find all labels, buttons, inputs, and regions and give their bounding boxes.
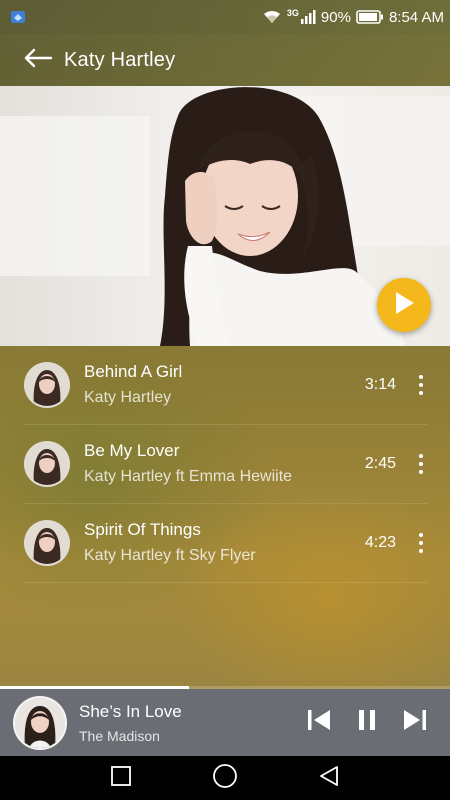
track-row[interactable]: Be My Lover Katy Hartley ft Emma Hewiite… [24, 425, 428, 504]
network-type-label: 3G [286, 8, 299, 18]
page-title: Katy Hartley [64, 48, 176, 71]
more-options-button[interactable] [414, 372, 428, 398]
back-triangle-icon [317, 764, 341, 793]
music-player-screen: 3G 90% 8:54 AM Katy Hartley Behind A Gir… [0, 0, 450, 800]
battery-icon [356, 9, 384, 25]
track-row[interactable]: Behind A Girl Katy Hartley 3:14 [24, 346, 428, 425]
track-title: Behind A Girl [84, 362, 183, 381]
skip-previous-icon [306, 708, 332, 737]
track-artist: Katy Hartley ft Emma Hewiite [84, 468, 293, 485]
track-duration: 4:23 [364, 534, 396, 551]
track-artist: Katy Hartley ft Sky Flyer [84, 547, 256, 564]
wifi-icon [262, 9, 282, 25]
recents-square-icon [110, 765, 132, 792]
track-title: Be My Lover [84, 441, 180, 460]
more-options-button[interactable] [414, 530, 428, 556]
track-thumbnail [24, 520, 70, 566]
system-back-button[interactable] [315, 764, 343, 792]
track-title: Spirit Of Things [84, 520, 201, 539]
home-circle-icon [212, 763, 238, 794]
arrow-left-icon [23, 47, 53, 74]
track-duration: 2:45 [364, 455, 396, 472]
play-icon [392, 290, 416, 321]
skip-next-icon [402, 708, 428, 737]
track-thumbnail [24, 362, 70, 408]
back-button[interactable] [22, 44, 54, 76]
mini-player[interactable]: She’s In Love The Madison [0, 689, 450, 756]
more-vert-icon [419, 454, 423, 458]
track-thumbnail [24, 441, 70, 487]
recents-button[interactable] [107, 764, 135, 792]
next-button[interactable] [402, 709, 428, 737]
system-nav-bar [0, 756, 450, 800]
track-artist: Katy Hartley [84, 389, 172, 406]
track-duration: 3:14 [364, 376, 396, 393]
signal-icon [300, 9, 316, 25]
pause-icon [356, 708, 378, 737]
app-header: Katy Hartley [0, 34, 450, 86]
track-list: Behind A Girl Katy Hartley 3:14 Be My Lo… [0, 346, 450, 583]
track-row[interactable]: Spirit Of Things Katy Hartley ft Sky Fly… [24, 504, 428, 583]
previous-button[interactable] [306, 709, 332, 737]
pause-button[interactable] [354, 709, 380, 737]
battery-percent: 90% [320, 8, 351, 26]
more-vert-icon [419, 533, 423, 537]
now-playing-title: She’s In Love [79, 702, 182, 721]
play-button[interactable] [377, 278, 431, 332]
status-bar: 3G 90% 8:54 AM [0, 0, 450, 34]
more-options-button[interactable] [414, 451, 428, 477]
clock: 8:54 AM [388, 8, 444, 26]
now-playing-artist: The Madison [79, 728, 160, 744]
home-button[interactable] [211, 763, 239, 794]
more-vert-icon [419, 375, 423, 379]
notification-app-icon [10, 9, 28, 25]
now-playing-thumbnail [13, 695, 67, 750]
